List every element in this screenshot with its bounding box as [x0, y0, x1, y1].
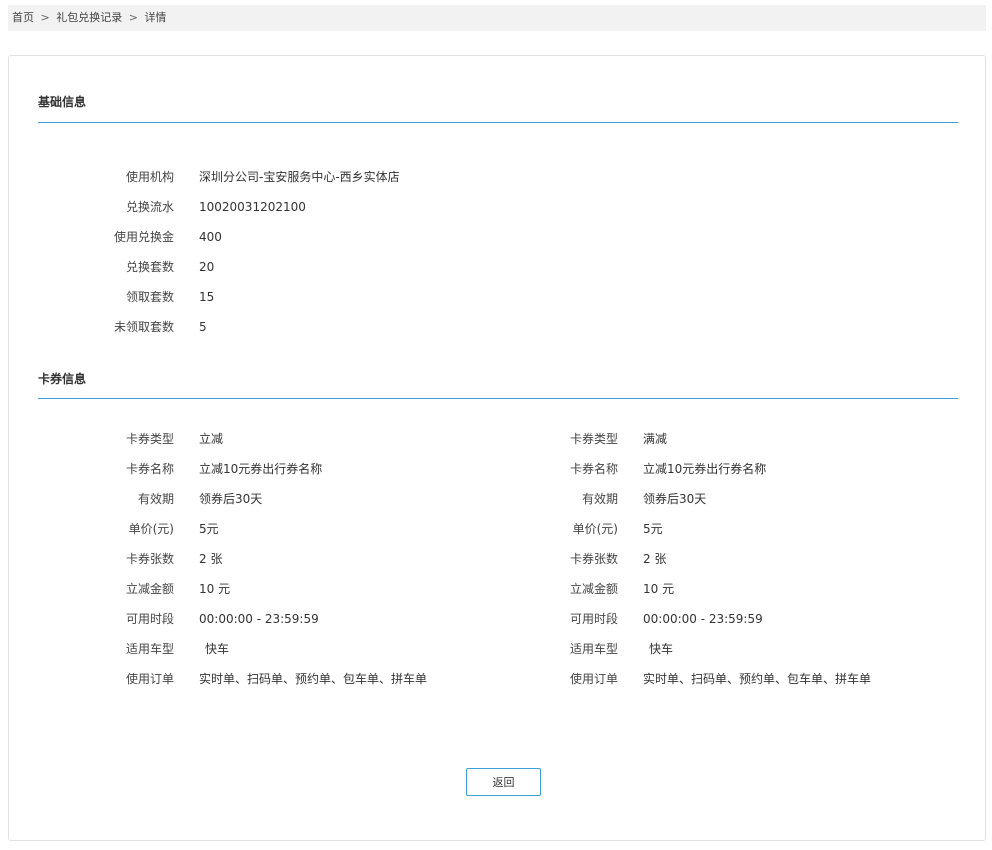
field-label: 兑换流水	[125, 200, 174, 214]
field-value: 快车	[649, 642, 674, 656]
field-value: 10 元	[643, 582, 675, 596]
field-label: 单价(元)	[572, 522, 618, 536]
breadcrumb-separator: >	[40, 11, 50, 24]
field-label: 卡券名称	[569, 462, 618, 476]
field-label: 有效期	[581, 492, 618, 506]
field-label: 可用时段	[569, 612, 618, 626]
coupon-right-row: 卡券类型 满减	[9, 430, 979, 448]
basic-info-divider	[38, 122, 958, 123]
field-label: 兑换套数	[125, 260, 174, 274]
field-value: 立减10元券出行券名称	[643, 462, 767, 476]
breadcrumb-home[interactable]: 首页	[12, 11, 34, 24]
field-value: 10020031202100	[199, 200, 306, 214]
field-label: 使用订单	[569, 672, 618, 686]
field-row-org: 使用机构 深圳分公司-宝安服务中心-西乡实体店	[9, 168, 509, 186]
field-row-claimed: 领取套数 15	[9, 288, 509, 306]
field-label: 使用兑换金	[113, 230, 174, 244]
field-label: 立减金额	[569, 582, 618, 596]
field-value: 5元	[643, 522, 663, 536]
field-label: 卡券类型	[569, 432, 618, 446]
coupon-info-divider	[38, 398, 958, 399]
coupon-right-row: 可用时段 00:00:00 - 23:59:59	[9, 610, 979, 628]
coupon-right-row: 卡券张数 2 张	[9, 550, 979, 568]
breadcrumb-separator: >	[128, 11, 138, 24]
field-value: 20	[199, 260, 215, 274]
coupon-right-row: 使用订单 实时单、扫码单、预约单、包车单、拼车单	[9, 670, 979, 688]
breadcrumb: 首页 > 礼包兑换记录 > 详情	[8, 5, 986, 31]
breadcrumb-detail: 详情	[144, 11, 167, 24]
field-label: 未领取套数	[113, 320, 174, 334]
field-value: 深圳分公司-宝安服务中心-西乡实体店	[199, 170, 400, 184]
back-button[interactable]: 返回	[466, 768, 541, 796]
field-row-unclaimed: 未领取套数 5	[9, 318, 509, 336]
field-value: 满减	[643, 432, 668, 446]
field-value: 2 张	[643, 552, 667, 566]
field-value: 实时单、扫码单、预约单、包车单、拼车单	[643, 672, 872, 686]
coupon-info-title: 卡券信息	[38, 372, 87, 386]
field-value: 5	[199, 320, 207, 334]
field-row-sets: 兑换套数 20	[9, 258, 509, 276]
field-row-serial: 兑换流水 10020031202100	[9, 198, 509, 216]
coupon-right-row: 适用车型 快车	[9, 640, 979, 658]
field-value: 00:00:00 - 23:59:59	[643, 612, 763, 626]
field-label: 领取套数	[125, 290, 174, 304]
field-value: 400	[199, 230, 222, 244]
field-row-amount: 使用兑换金 400	[9, 228, 509, 246]
breadcrumb-records[interactable]: 礼包兑换记录	[56, 11, 122, 24]
basic-info-title: 基础信息	[38, 95, 87, 109]
field-label: 卡券张数	[569, 552, 618, 566]
field-label: 适用车型	[569, 642, 618, 656]
field-value: 领券后30天	[643, 492, 707, 506]
field-value: 15	[199, 290, 215, 304]
detail-card: 基础信息 使用机构 深圳分公司-宝安服务中心-西乡实体店 兑换流水 100200…	[8, 55, 986, 841]
coupon-right-row: 卡券名称 立减10元券出行券名称	[9, 460, 979, 478]
field-label: 使用机构	[125, 170, 174, 184]
coupon-right-row: 立减金额 10 元	[9, 580, 979, 598]
coupon-right-row: 单价(元) 5元	[9, 520, 979, 538]
coupon-right-row: 有效期 领券后30天	[9, 490, 979, 508]
